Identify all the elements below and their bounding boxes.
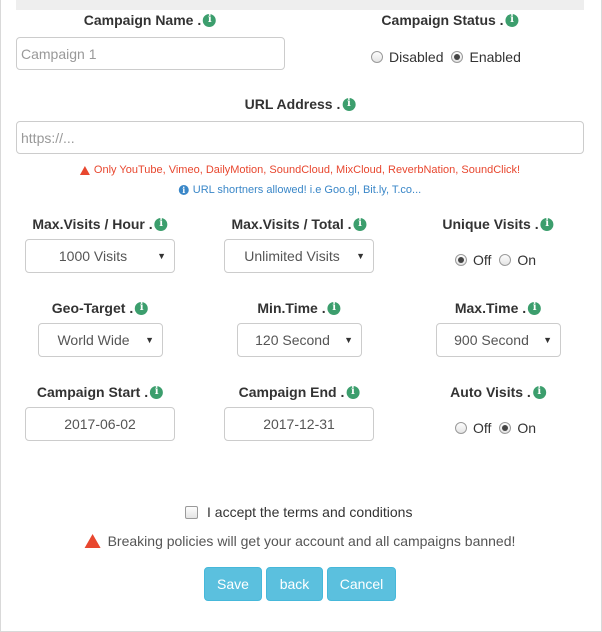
max-visits-total-select[interactable]: Unlimited Visits ▼ bbox=[224, 239, 374, 273]
info-circle-icon: i bbox=[178, 185, 189, 195]
info-icon: i bbox=[353, 217, 367, 231]
info-icon: i bbox=[540, 217, 554, 231]
warning-triangle-icon bbox=[84, 534, 101, 548]
geo-target-label: Geo-Target .i bbox=[52, 300, 149, 316]
policy-warning: Breaking policies will get your account … bbox=[84, 533, 515, 549]
info-icon: i bbox=[203, 13, 217, 27]
campaign-end-label: Campaign End .i bbox=[239, 384, 360, 400]
supported-sites-warning: Only YouTube, Vimeo, DailyMotion, SoundC… bbox=[79, 164, 520, 176]
dropdown-caret-icon: ▼ bbox=[543, 335, 552, 345]
min-time-select[interactable]: 120 Second ▼ bbox=[237, 323, 362, 357]
unique-off-radio[interactable] bbox=[455, 254, 467, 266]
dropdown-caret-icon: ▼ bbox=[356, 251, 365, 261]
unique-visits-radio-group: Off On bbox=[455, 252, 544, 268]
auto-on-option[interactable]: On bbox=[499, 420, 536, 436]
dropdown-caret-icon: ▼ bbox=[145, 335, 154, 345]
max-visits-total-label: Max.Visits / Total .i bbox=[231, 216, 367, 232]
info-icon: i bbox=[327, 301, 341, 315]
dropdown-caret-icon: ▼ bbox=[344, 335, 353, 345]
panel-left-border bbox=[0, 0, 1, 632]
top-header-strip bbox=[16, 0, 584, 10]
auto-on-radio[interactable] bbox=[499, 422, 512, 434]
info-icon: i bbox=[154, 217, 168, 231]
info-icon: i bbox=[505, 13, 519, 27]
info-icon: i bbox=[346, 385, 360, 399]
auto-visits-radio-group: Off On bbox=[455, 420, 544, 436]
terms-checkbox[interactable] bbox=[185, 505, 198, 519]
max-time-select[interactable]: 900 Second ▼ bbox=[436, 323, 561, 357]
info-icon: i bbox=[532, 385, 546, 399]
unique-on-option[interactable]: On bbox=[499, 252, 536, 268]
unique-visits-label: Unique Visits .i bbox=[442, 216, 554, 232]
auto-off-option[interactable]: Off bbox=[455, 420, 491, 436]
cancel-button[interactable]: Cancel bbox=[327, 567, 396, 601]
campaign-start-label: Campaign Start .i bbox=[37, 384, 164, 400]
info-icon: i bbox=[150, 385, 164, 399]
max-time-label: Max.Time .i bbox=[455, 300, 542, 316]
info-icon: i bbox=[342, 97, 356, 111]
max-visits-hour-label: Max.Visits / Hour .i bbox=[32, 216, 168, 232]
url-shortener-info: i URL shortners allowed! i.e Goo.gl, Bit.… bbox=[178, 184, 421, 196]
campaign-name-label: Campaign Name .i bbox=[84, 12, 217, 28]
min-time-label: Min.Time .i bbox=[257, 300, 341, 316]
info-icon: i bbox=[528, 301, 542, 315]
url-address-label: URL Address .i bbox=[245, 96, 356, 112]
status-disabled-option[interactable]: Disabled bbox=[371, 49, 443, 65]
auto-visits-label: Auto Visits .i bbox=[450, 384, 546, 400]
max-visits-hour-select[interactable]: 1000 Visits ▼ bbox=[25, 239, 175, 273]
save-button[interactable]: Save bbox=[204, 567, 262, 601]
status-enabled-option[interactable]: Enabled bbox=[451, 49, 521, 65]
auto-off-radio[interactable] bbox=[455, 422, 467, 434]
geo-target-select[interactable]: World Wide ▼ bbox=[38, 323, 163, 357]
info-icon: i bbox=[135, 301, 149, 315]
campaign-start-input[interactable]: 2017-06-02 bbox=[25, 407, 175, 441]
unique-off-option[interactable]: Off bbox=[455, 252, 491, 268]
dropdown-caret-icon: ▼ bbox=[157, 251, 166, 261]
campaign-status-radio-group: Disabled Enabled bbox=[371, 49, 529, 65]
warning-triangle-icon bbox=[79, 165, 90, 175]
campaign-status-label: Campaign Status .i bbox=[381, 12, 519, 28]
url-address-input[interactable]: https://... bbox=[16, 121, 584, 154]
unique-on-radio[interactable] bbox=[499, 254, 512, 266]
status-enabled-radio[interactable] bbox=[451, 51, 464, 63]
back-button[interactable]: back bbox=[266, 567, 323, 601]
terms-row[interactable]: I accept the terms and conditions bbox=[185, 504, 412, 520]
status-disabled-radio[interactable] bbox=[371, 51, 383, 63]
campaign-name-input[interactable]: Campaign 1 bbox=[16, 37, 285, 70]
campaign-end-input[interactable]: 2017-12-31 bbox=[224, 407, 374, 441]
